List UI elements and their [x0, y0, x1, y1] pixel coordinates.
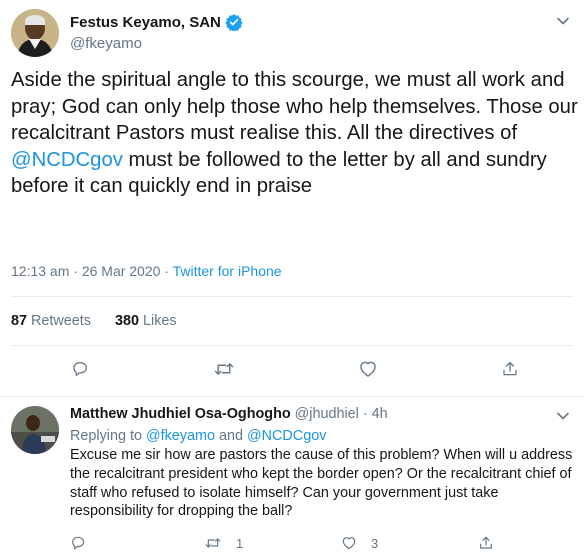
avatar[interactable] [11, 9, 59, 57]
display-name[interactable]: Festus Keyamo, SAN [70, 14, 221, 31]
timestamp[interactable]: 12:13 am · 26 Mar 2020 · [11, 263, 173, 279]
like-count: 3 [371, 535, 379, 551]
source-link[interactable]: Twitter for iPhone [173, 263, 282, 279]
author-name-line[interactable]: Festus Keyamo, SAN [70, 13, 243, 31]
verified-badge-icon [225, 13, 243, 31]
tweet-text: Aside the spiritual angle to this scourg… [11, 67, 581, 200]
chevron-down-icon[interactable] [556, 14, 570, 28]
mention-link[interactable]: @NCDCgov [247, 428, 326, 444]
tweet-stats: 87 Retweets 380 Likes [11, 313, 177, 329]
retweet-button[interactable]: 1 [204, 535, 243, 551]
like-button[interactable]: 3 [341, 535, 378, 551]
retweet-count: 1 [236, 535, 244, 551]
mention-link[interactable]: @fkeyamo [146, 428, 215, 444]
reply-handle-time[interactable]: @jhudhiel · 4h [291, 406, 388, 422]
retweets-label: Retweets [27, 313, 92, 329]
reply-display-name[interactable]: Matthew Jhudhiel Osa-Oghogho [70, 406, 291, 422]
divider [11, 345, 573, 346]
heart-icon[interactable] [358, 359, 378, 381]
reply-author-line: Matthew Jhudhiel Osa-Oghogho @jhudhiel ·… [70, 406, 388, 422]
reply-icon [70, 535, 86, 551]
chevron-down-icon[interactable] [556, 409, 570, 423]
main-tweet: Festus Keyamo, SAN @fkeyamo Aside the sp… [0, 0, 584, 397]
retweets-count: 87 [11, 313, 28, 329]
share-icon[interactable] [501, 359, 519, 381]
likes-label: Likes [139, 313, 177, 329]
retweet-icon[interactable] [213, 359, 235, 381]
handle[interactable]: @fkeyamo [70, 35, 142, 52]
tweet-text-part-1: Aside the spiritual angle to this scourg… [11, 69, 578, 145]
retweet-icon [204, 535, 222, 551]
mention-link[interactable]: @NCDCgov [11, 149, 123, 171]
reply-icon[interactable] [71, 359, 88, 381]
likes-count: 380 [115, 313, 140, 329]
share-button[interactable] [478, 535, 494, 551]
replying-and: and [215, 428, 248, 444]
share-icon [478, 535, 494, 551]
divider [11, 296, 573, 297]
avatar[interactable] [11, 406, 59, 454]
retweets-stat[interactable]: 87 Retweets [11, 313, 91, 329]
reply-button[interactable] [70, 535, 86, 551]
replying-prefix: Replying to [70, 428, 146, 444]
reply-text: Excuse me sir how are pastors the cause … [70, 447, 573, 520]
heart-icon [341, 535, 357, 551]
replying-to: Replying to @fkeyamo and @NCDCgov [70, 428, 326, 444]
likes-stat[interactable]: 380 Likes [115, 313, 177, 329]
tweet-meta: 12:13 am · 26 Mar 2020 · Twitter for iPh… [11, 263, 282, 279]
